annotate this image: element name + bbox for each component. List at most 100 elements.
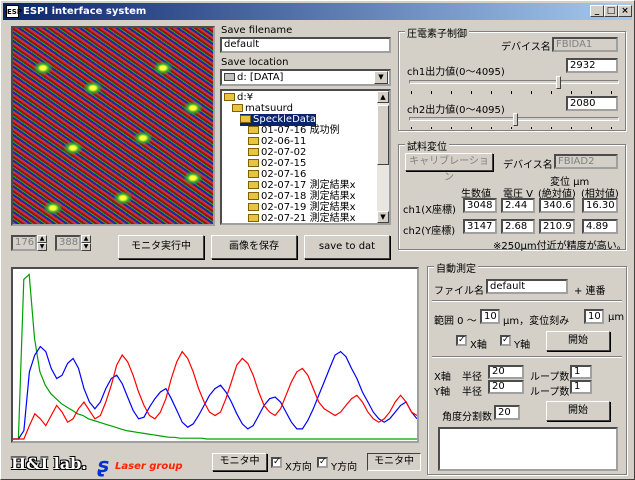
step-input[interactable]: 10 [584,309,604,324]
sample-device-label: デバイス名 [503,160,553,171]
direction-monitor-button[interactable]: モニタ中 [367,453,421,471]
y-direction-checkbox[interactable]: ✓ [317,457,328,468]
save-image-button[interactable]: 画像を保存 [211,235,297,259]
sample-group-title: 試料変位 [405,138,449,153]
y-loops-label: ループ数 [530,387,570,398]
save-to-dat-button[interactable]: save to dat [304,235,390,259]
y-spin-up-icon[interactable]: ▲ [81,235,91,243]
auto-file-suffix: + 連番 [574,286,606,297]
signal-chart [11,267,419,443]
scroll-down-icon[interactable]: ▼ [377,211,389,223]
y-axis2-label: Y軸 [434,387,451,398]
folder-icon [248,170,259,178]
scroll-thumb[interactable] [377,105,389,165]
folder-label: matsuurd [245,103,293,114]
y-spin-down-icon[interactable]: ▼ [81,243,91,251]
close-button[interactable]: × [618,5,632,17]
ch2-volt-field[interactable]: 2.68 [501,219,535,234]
folder-icon [248,148,259,156]
maximize-button[interactable]: □ [604,5,618,17]
folder-label: d:¥ [237,92,254,103]
folder-label: 02-07-15 [261,158,307,169]
x-direction-label: X方向 [285,462,312,473]
folder-icon [248,126,259,134]
y-loops-input[interactable]: 1 [570,380,592,394]
ch2-slider-thumb[interactable] [513,113,519,126]
y-axis-label: Y軸 [514,340,531,351]
folder-label: 02-06-11 [261,136,307,147]
ch1-abs-field[interactable]: 340.6 [539,198,575,213]
folder-label: 02-07-16 [261,169,307,180]
drive-select-value: d: [DATA] [237,72,284,83]
folder-icon [248,181,259,189]
sample-device-field[interactable]: FBIAD2 [554,154,618,169]
image-y-field[interactable]: 388 [55,235,81,251]
ch1-output-label: ch1出力値(0～4095) [407,67,505,78]
title-bar[interactable]: ESP ESPI interface system _ □ × [3,3,632,20]
ch2-abs-field[interactable]: 210.9 [539,219,575,234]
auto-measure-title: 自動測定 [434,260,478,275]
drive-select[interactable]: d: [DATA] ▼ [220,69,391,86]
range-input[interactable]: 10 [480,309,500,324]
y-axis-checkbox[interactable]: ✓ [500,335,511,346]
scroll-up-icon[interactable]: ▲ [377,91,389,103]
ch1-output-input[interactable]: 2932 [566,58,618,73]
laser-logo-icon: ʂ [97,453,109,477]
step-unit-label: μm [608,312,625,323]
x-spin-down-icon[interactable]: ▼ [37,243,47,251]
x-axis2-label: X軸 [434,372,451,383]
app-icon: ESP [6,5,22,18]
start-circle-button[interactable]: 開始 [546,401,610,421]
save-filename-input[interactable]: default [220,37,391,53]
x-loops-label: ループ数 [530,372,570,383]
ch2-raw-field[interactable]: 3147 [463,219,497,234]
ch1-slider-thumb[interactable] [555,76,561,89]
ch1-rel-field[interactable]: 16.30 [582,198,618,213]
x-spin-up-icon[interactable]: ▲ [37,235,47,243]
save-location-label: Save location [221,57,289,68]
folder-label: 01-07-16 成功例 [261,125,340,136]
x-direction-checkbox[interactable]: ✓ [271,457,282,468]
window-title: ESPI interface system [23,6,147,17]
folder-icon [240,115,251,123]
monitor-run-button[interactable]: モニタ実行中 [118,235,204,259]
piezo-device-field[interactable]: FBIDA1 [552,37,618,52]
ch1-slider-track[interactable] [409,80,619,84]
calibrate-button[interactable]: キャリブレーション [405,153,493,183]
ch2-output-input[interactable]: 2080 [566,96,618,111]
x-radius-input[interactable]: 20 [488,365,524,379]
ch2-slider-ticks [411,127,619,129]
x-loops-input[interactable]: 1 [570,365,592,379]
series-line-2 [13,350,417,440]
laser-group-label: Laser group [115,461,183,472]
folder-scrollbar[interactable]: ▲ ▼ [377,91,389,223]
ch2-output-label: ch2出力値(0～4095) [407,105,505,116]
ch1-slider-ticks [411,91,619,94]
folder-icon [248,203,259,211]
auto-separator-1 [432,300,622,302]
angle-input[interactable]: 20 [494,405,520,420]
ch2-row-label: ch2(Y座標) [403,226,456,237]
folder-list[interactable]: ▲ ▼ d:¥ matsuurd SpeckleData 01-07-16 成功例 02… [220,89,391,225]
auto-file-input[interactable]: default [486,279,568,294]
ch2-rel-field[interactable]: 4.89 [582,219,618,234]
ch1-raw-field[interactable]: 3048 [463,198,497,213]
auto-log-textarea[interactable] [438,427,618,471]
start-range-button[interactable]: 開始 [546,331,610,351]
folder-icon [248,214,259,222]
y-radius-input[interactable]: 20 [488,380,524,394]
range-unit-label: μm，変位刻み [503,316,570,327]
y-radius-label: 半径 [462,387,482,398]
speckle-image [11,26,215,226]
lab-logo: H&I lab. [11,454,87,473]
image-x-field[interactable]: 176 [11,235,37,251]
folder-item[interactable]: 02-07-21 測定結果x [248,213,356,223]
ch1-volt-field[interactable]: 2.44 [501,198,535,213]
auto-file-label: ファイル名 [434,286,484,297]
sample-group: 試料変位 キャリブレーション デバイス名 FBIAD2 変位 μm 生数値 電圧… [398,138,627,252]
minimize-button[interactable]: _ [590,5,604,17]
chart-monitor-button[interactable]: モニタ中 [212,453,267,471]
dropdown-arrow-icon[interactable]: ▼ [374,71,388,84]
angle-label: 角度分割数 [442,412,492,423]
x-axis-checkbox[interactable]: ✓ [456,335,467,346]
